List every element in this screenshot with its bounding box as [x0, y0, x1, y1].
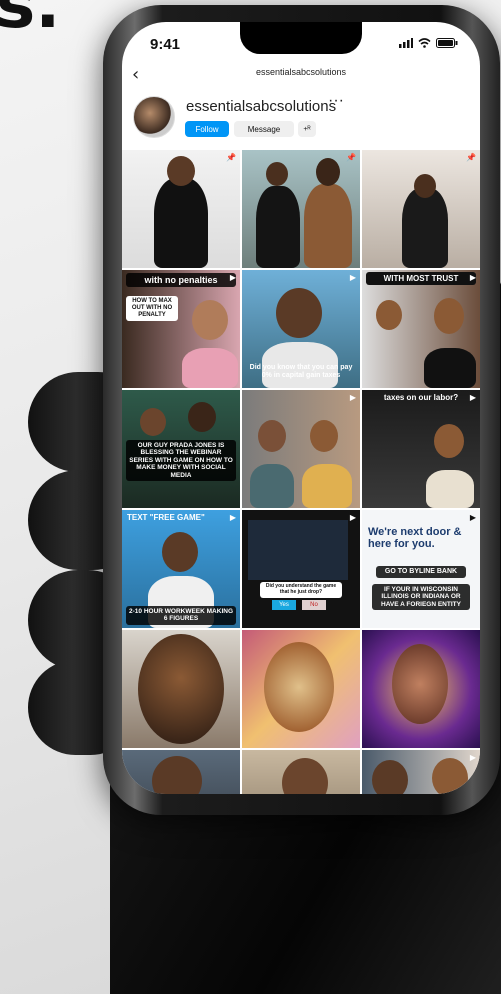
signal-icon — [399, 38, 413, 48]
grid-post-15[interactable] — [362, 630, 480, 748]
reel-icon: ▶ — [469, 273, 476, 282]
battery-icon — [436, 38, 458, 48]
profile-username: essentialsabcsolutions — [186, 98, 337, 115]
phone-notch — [240, 22, 362, 54]
grid-post-13[interactable] — [122, 630, 240, 748]
pin-icon: 📌 — [226, 153, 236, 162]
status-icons — [399, 38, 458, 48]
background-letter: s. — [0, 0, 61, 43]
poll-no: No — [302, 600, 326, 610]
post-grid: 📌 📌 📌 with no penalties HOW TO MAX OUT W… — [122, 150, 480, 794]
nav-bar: ‹ essentialsabcsolutions — [122, 62, 480, 88]
more-options-icon[interactable]: ··· — [328, 92, 344, 110]
grid-post-2[interactable]: 📌 — [242, 150, 360, 268]
reel-icon: ▶ — [349, 273, 356, 282]
reel-icon: ▶ — [349, 513, 356, 522]
grid-post-10[interactable]: TEXT "FREE GAME" 2-10 HOUR WORKWEEK MAKI… — [122, 510, 240, 628]
grid-post-6[interactable]: WITH MOST TRUST ▶ — [362, 270, 480, 388]
grid-post-18[interactable]: ▶ — [362, 750, 480, 794]
wifi-icon — [418, 38, 431, 48]
reel-icon: ▶ — [349, 393, 356, 402]
grid-post-5[interactable]: Did you know that you can pay 0% in capi… — [242, 270, 360, 388]
reel-icon: ▶ — [469, 513, 476, 522]
avatar[interactable] — [133, 96, 175, 138]
follow-button[interactable]: Follow — [185, 121, 229, 137]
pin-icon: 📌 — [466, 153, 476, 162]
pin-icon: 📌 — [346, 153, 356, 162]
grid-post-4[interactable]: with no penalties HOW TO MAX OUT WITH NO… — [122, 270, 240, 388]
reel-icon: ▶ — [469, 753, 476, 762]
grid-post-16[interactable] — [122, 750, 240, 794]
grid-post-9[interactable]: taxes on our labor? ▶ — [362, 390, 480, 508]
nav-title: essentialsabcsolutions — [255, 67, 347, 77]
grid-post-7[interactable]: OUR GUY PRADA JONES IS BLESSING THE WEBI… — [122, 390, 240, 508]
grid-post-8[interactable]: ▶ — [242, 390, 360, 508]
grid-post-11[interactable]: Did you understand the game that he just… — [242, 510, 360, 628]
grid-post-3[interactable]: 📌 — [362, 150, 480, 268]
message-button[interactable]: Message — [234, 121, 294, 137]
grid-post-17[interactable] — [242, 750, 360, 794]
reel-icon: ▶ — [469, 393, 476, 402]
add-user-button[interactable]: +ᴿ — [298, 121, 316, 137]
poll-yes: Yes — [272, 600, 296, 610]
reel-icon: ▶ — [229, 513, 236, 522]
status-time: 9:41 — [150, 36, 181, 53]
phone-screen: 9:41 ‹ essentialsabcsolutions essentials… — [122, 22, 480, 794]
grid-post-12[interactable]: We're next door & here for you. GO TO BY… — [362, 510, 480, 628]
grid-post-14[interactable] — [242, 630, 360, 748]
reel-icon: ▶ — [229, 273, 236, 282]
grid-post-1[interactable]: 📌 — [122, 150, 240, 268]
